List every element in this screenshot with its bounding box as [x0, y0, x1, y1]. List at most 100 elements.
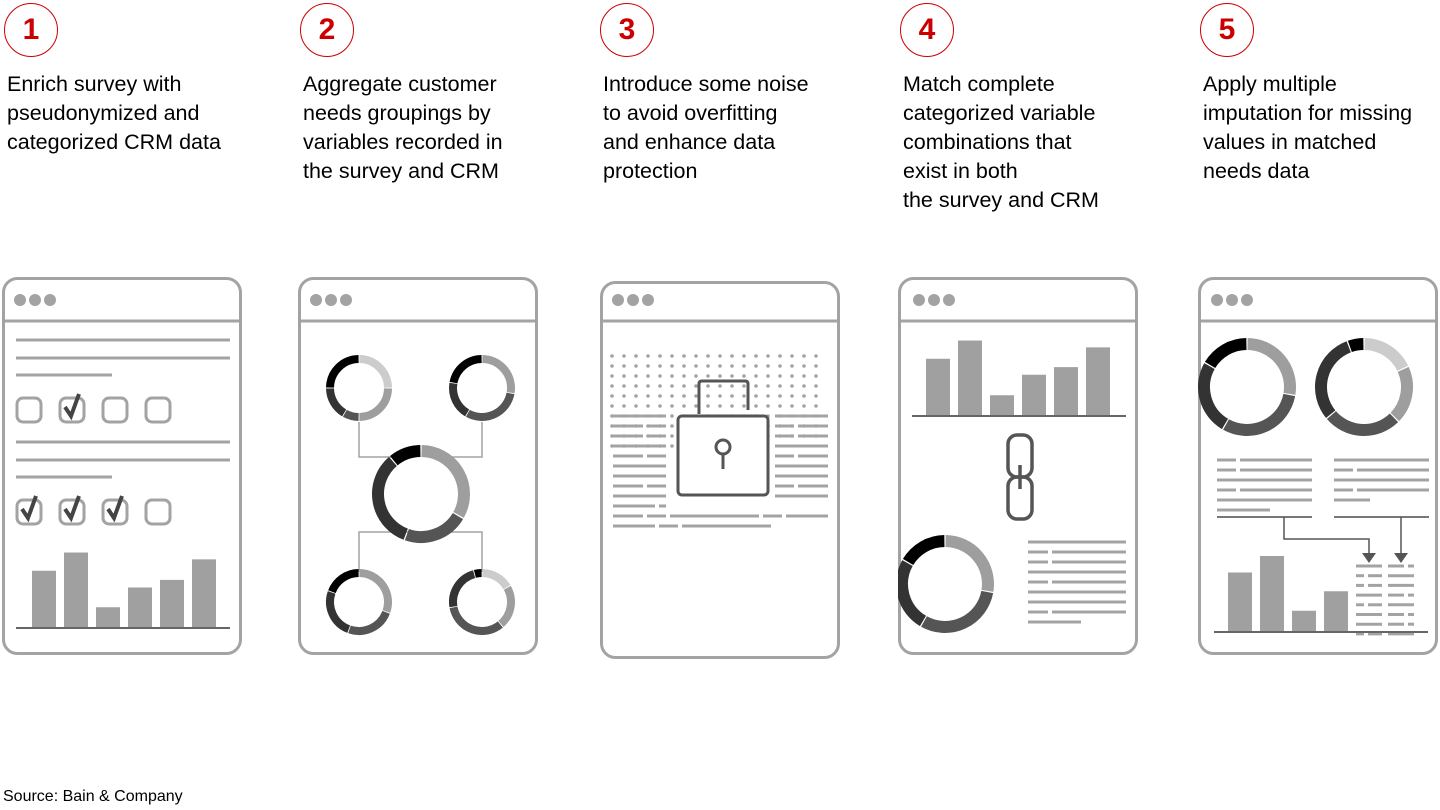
noise-dot — [670, 434, 674, 438]
step-description: Introduce some noise to avoid overfittin… — [603, 72, 809, 183]
step-5: 5 Apply multiple imputation for missing … — [1198, 0, 1440, 670]
step-number-badge: 2 — [300, 3, 354, 57]
noise-dot — [778, 404, 782, 408]
window-frame — [298, 277, 538, 655]
noise-dot — [754, 374, 758, 378]
noise-dot — [646, 394, 650, 398]
noise-dot — [622, 384, 626, 388]
noise-dot — [802, 354, 806, 358]
noise-dot — [634, 404, 638, 408]
noise-dot — [706, 354, 710, 358]
noise-dot — [814, 354, 818, 358]
bar — [128, 587, 152, 627]
noise-dot — [718, 384, 722, 388]
noise-dot — [706, 384, 710, 388]
noise-dot — [742, 384, 746, 388]
bar — [1228, 572, 1252, 631]
noise-dot — [694, 354, 698, 358]
noise-dot — [670, 444, 674, 448]
noise-dot — [730, 374, 734, 378]
noise-dot — [706, 394, 710, 398]
noise-dot — [766, 384, 770, 388]
noise-dot — [754, 354, 758, 358]
imputation-window-illustration — [1198, 277, 1438, 655]
noise-dot — [682, 364, 686, 368]
noise-dot — [778, 394, 782, 398]
bar — [1086, 347, 1110, 415]
noise-dot — [814, 384, 818, 388]
noise-dot — [610, 394, 614, 398]
noise-dot — [814, 374, 818, 378]
source-note: Source: Bain & Company — [3, 788, 183, 805]
noise-dot — [802, 404, 806, 408]
noise-dot — [610, 364, 614, 368]
noise-dot — [646, 354, 650, 358]
noise-dot — [742, 394, 746, 398]
step-number-badge: 1 — [4, 3, 58, 57]
noise-dot — [634, 374, 638, 378]
matching-window-illustration — [898, 277, 1138, 655]
noise-dot — [814, 404, 818, 408]
noise-dot — [730, 364, 734, 368]
noise-dot — [646, 374, 650, 378]
noise-dot — [766, 394, 770, 398]
noise-dot — [634, 394, 638, 398]
noise-dot — [766, 364, 770, 368]
step-number-badge: 5 — [1200, 3, 1254, 57]
noise-dot — [658, 394, 662, 398]
step-3: 3 Introduce some noise to avoid overfitt… — [600, 0, 890, 670]
step-description: Enrich survey with pseudonymized and cat… — [7, 72, 221, 154]
noise-dot — [658, 364, 662, 368]
noise-dot — [610, 374, 614, 378]
noise-dot — [658, 374, 662, 378]
donut-segment — [342, 409, 359, 421]
noise-dot — [682, 384, 686, 388]
noise-dot — [790, 374, 794, 378]
noise-dot — [706, 404, 710, 408]
noise-dot — [730, 354, 734, 358]
noise-dot — [706, 374, 710, 378]
noise-dot — [610, 354, 614, 358]
bar — [958, 340, 982, 415]
noise-dot — [622, 374, 626, 378]
noise-dot — [682, 354, 686, 358]
noise-dot — [670, 394, 674, 398]
bar — [160, 579, 184, 627]
noise-dot — [706, 364, 710, 368]
noise-protection-window-illustration — [600, 281, 840, 659]
noise-dot — [754, 384, 758, 388]
noise-dot — [718, 374, 722, 378]
noise-dot — [622, 404, 626, 408]
noise-dot — [742, 404, 746, 408]
noise-dot — [766, 374, 770, 378]
bar — [1324, 591, 1348, 631]
noise-dot — [802, 384, 806, 388]
noise-dot — [670, 414, 674, 418]
noise-dot — [718, 404, 722, 408]
noise-dot — [754, 394, 758, 398]
bar — [990, 395, 1014, 415]
noise-dot — [814, 364, 818, 368]
bar — [926, 358, 950, 415]
noise-dot — [742, 374, 746, 378]
step-description: Apply multiple imputation for missing va… — [1203, 72, 1413, 183]
noise-dot — [670, 364, 674, 368]
noise-dot — [610, 404, 614, 408]
window-dots-icon — [612, 294, 654, 306]
step-number-badge: 3 — [600, 3, 654, 57]
step-2: 2 Aggregate customer needs groupings by … — [298, 0, 590, 670]
noise-dot — [802, 364, 806, 368]
noise-dot — [790, 364, 794, 368]
window-frame — [898, 277, 1138, 655]
noise-dot — [634, 384, 638, 388]
step-4: 4 Match complete categorized variable co… — [898, 0, 1190, 670]
noise-dot — [790, 404, 794, 408]
noise-dot — [718, 394, 722, 398]
survey-window-illustration — [2, 277, 242, 655]
noise-dot — [766, 354, 770, 358]
window-dots-icon — [310, 294, 352, 306]
window-dots-icon — [1211, 294, 1253, 306]
noise-dot — [754, 364, 758, 368]
noise-dot — [646, 364, 650, 368]
noise-dot — [634, 364, 638, 368]
